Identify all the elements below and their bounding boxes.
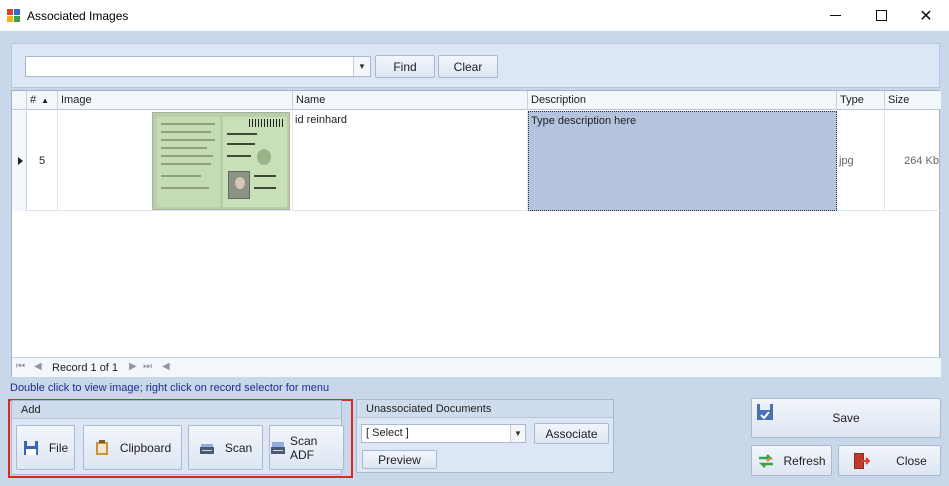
search-combo[interactable]: ▼ xyxy=(25,56,371,77)
grid-navigator: ⏮ ◀ Record 1 of 1 ▶ ⏭ ◀ xyxy=(12,357,941,377)
scanner-adf-icon xyxy=(270,440,286,456)
unassociated-select-value: [ Select ] xyxy=(366,427,409,439)
header-row-selector xyxy=(12,91,27,110)
exit-door-icon xyxy=(852,452,871,470)
unassociated-group-title: Unassociated Documents xyxy=(357,400,613,418)
scanner-icon xyxy=(199,440,215,456)
cell-type[interactable]: jpg xyxy=(837,111,885,211)
unassociated-select[interactable]: [ Select ] ▼ xyxy=(361,424,526,443)
refresh-label: Refresh xyxy=(783,453,826,468)
row-selector[interactable] xyxy=(12,111,27,211)
add-group-title: Add xyxy=(12,401,341,419)
table-row[interactable]: 5 id reinhard Type description here jpg … xyxy=(12,111,941,211)
add-clipboard-label: Clipboard xyxy=(119,440,172,455)
previous-record-icon[interactable]: ◀ xyxy=(34,361,42,372)
maximize-button[interactable] xyxy=(858,0,904,31)
maximize-icon xyxy=(875,10,887,21)
sort-ascending-icon: ▲ xyxy=(41,96,50,105)
scroll-left-icon[interactable]: ◀ xyxy=(162,361,170,372)
next-record-icon[interactable]: ▶ xyxy=(129,361,137,372)
last-record-icon[interactable]: ⏭ xyxy=(143,361,152,372)
add-file-button[interactable]: File xyxy=(16,425,75,470)
current-row-pointer-icon xyxy=(18,157,23,165)
window-title: Associated Images xyxy=(27,9,129,23)
title-bar: Associated Images ✕ xyxy=(0,0,949,31)
refresh-icon xyxy=(757,452,775,470)
cell-name[interactable]: id reinhard xyxy=(293,111,528,211)
search-panel: ▼ Find Clear xyxy=(11,43,940,88)
close-label: Close xyxy=(896,453,927,468)
minimize-icon xyxy=(829,15,841,16)
save-icon xyxy=(756,403,774,421)
minimize-button[interactable] xyxy=(812,0,858,31)
column-header-number[interactable]: # ▲ xyxy=(27,91,58,110)
app-icon xyxy=(7,9,21,22)
first-record-icon[interactable]: ⏮ xyxy=(16,361,25,372)
add-scan-adf-label: Scan ADF xyxy=(290,433,318,462)
clipboard-icon xyxy=(94,439,110,456)
floppy-disk-icon xyxy=(23,440,39,456)
cell-description[interactable]: Type description here xyxy=(528,111,837,211)
close-button[interactable]: Close xyxy=(838,445,941,476)
column-header-image[interactable]: Image xyxy=(58,91,293,110)
add-scan-adf-button[interactable]: Scan ADF xyxy=(269,425,344,470)
grid-header: # ▲ Image Name Description Type Size xyxy=(12,91,941,110)
add-scan-label: Scan xyxy=(224,440,253,455)
associate-button[interactable]: Associate xyxy=(534,423,609,444)
select-dropdown-icon[interactable]: ▼ xyxy=(510,425,525,442)
column-header-size[interactable]: Size xyxy=(885,91,941,110)
record-counter: Record 1 of 1 xyxy=(52,362,119,374)
find-button[interactable]: Find xyxy=(375,55,435,78)
id-document-thumbnail[interactable] xyxy=(152,112,290,210)
column-header-description[interactable]: Description xyxy=(528,91,837,110)
add-clipboard-button[interactable]: Clipboard xyxy=(83,425,182,470)
column-header-type[interactable]: Type xyxy=(837,91,885,110)
save-button[interactable]: Save xyxy=(751,398,941,438)
images-grid: # ▲ Image Name Description Type Size 5 i… xyxy=(11,90,941,377)
add-scan-button[interactable]: Scan xyxy=(188,425,263,470)
column-header-name[interactable]: Name xyxy=(293,91,528,110)
preview-button[interactable]: Preview xyxy=(362,450,437,469)
window-client-area: ▼ Find Clear # ▲ Image Name Description T… xyxy=(0,31,949,486)
save-label: Save xyxy=(832,411,860,425)
add-group: Add File Clipboard Scan Scan ADF xyxy=(11,400,344,475)
unassociated-documents-group: Unassociated Documents [ Select ] ▼ Asso… xyxy=(356,399,614,473)
clear-button[interactable]: Clear xyxy=(438,55,498,78)
refresh-button[interactable]: Refresh xyxy=(751,445,832,476)
add-file-label: File xyxy=(48,440,69,455)
usage-hint: Double click to view image; right click … xyxy=(10,382,330,394)
close-window-button[interactable]: ✕ xyxy=(903,0,949,31)
combo-dropdown-icon[interactable]: ▼ xyxy=(353,57,370,76)
close-icon: ✕ xyxy=(919,7,933,25)
cell-number[interactable]: 5 xyxy=(27,111,58,211)
cell-size[interactable]: 264 Kb xyxy=(885,111,941,211)
cell-image[interactable] xyxy=(58,111,293,211)
